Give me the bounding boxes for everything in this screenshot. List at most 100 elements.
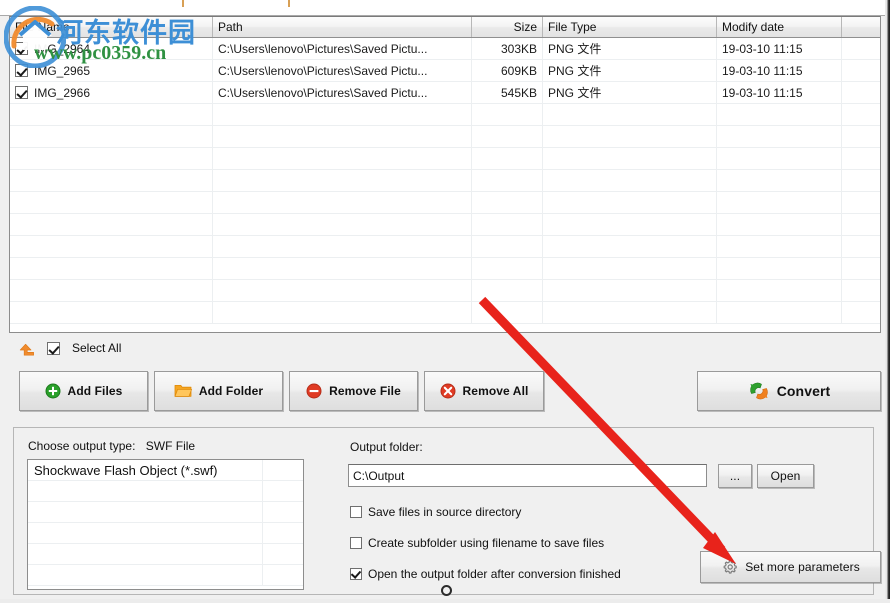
file-list-empty-area[interactable] — [10, 104, 880, 324]
set-more-parameters-button[interactable]: Set more parameters — [700, 551, 881, 583]
output-type-label-row: Choose output type: SWF File — [28, 439, 195, 453]
open-folder-button[interactable]: Open — [757, 464, 814, 488]
column-header-file-type[interactable]: File Type — [543, 17, 717, 37]
empty-cell — [472, 192, 543, 213]
file-name-text: IMG_2964 — [34, 41, 91, 56]
table-row-empty[interactable] — [10, 236, 880, 258]
option-save-in-source-directory[interactable]: Save files in source directory — [350, 505, 521, 519]
table-row-empty[interactable] — [10, 148, 880, 170]
column-header-extra[interactable] — [842, 17, 880, 37]
output-type-list[interactable]: Shockwave Flash Object (*.swf) — [27, 459, 304, 590]
table-row-empty[interactable] — [10, 192, 880, 214]
table-row[interactable]: IMG_2964 C:\Users\lenovo\Pictures\Saved … — [10, 38, 880, 60]
option-checkbox[interactable] — [350, 568, 362, 580]
table-row-empty[interactable] — [10, 258, 880, 280]
file-path-cell: C:\Users\lenovo\Pictures\Saved Pictu... — [213, 60, 472, 81]
option-checkbox[interactable] — [350, 537, 362, 549]
output-type-list-empty-area — [28, 481, 303, 586]
table-row-empty[interactable] — [10, 214, 880, 236]
empty-cell — [717, 236, 842, 257]
empty-cell — [842, 126, 880, 147]
empty-cell — [842, 302, 880, 323]
file-list-body[interactable]: IMG_2964 C:\Users\lenovo\Pictures\Saved … — [10, 38, 880, 332]
table-row-empty[interactable] — [10, 302, 880, 324]
list-item-empty[interactable] — [28, 544, 303, 565]
empty-cell — [472, 148, 543, 169]
empty-cell — [213, 126, 472, 147]
output-type-label: Choose output type: — [28, 439, 136, 453]
empty-cell — [842, 170, 880, 191]
folder-icon — [174, 383, 192, 399]
table-row-empty[interactable] — [10, 126, 880, 148]
option-open-output-folder[interactable]: Open the output folder after conversion … — [350, 567, 621, 581]
empty-cell — [28, 502, 263, 522]
option-checkbox[interactable] — [350, 506, 362, 518]
empty-cell — [717, 280, 842, 301]
file-size-cell: 545KB — [472, 82, 543, 103]
list-item-empty[interactable] — [28, 502, 303, 523]
empty-cell — [543, 126, 717, 147]
option-create-subfolder[interactable]: Create subfolder using filename to save … — [350, 536, 604, 550]
remove-all-button[interactable]: Remove All — [424, 371, 544, 411]
row-checkbox[interactable] — [15, 42, 28, 55]
empty-cell — [263, 481, 303, 501]
table-row[interactable]: IMG_2966 C:\Users\lenovo\Pictures\Saved … — [10, 82, 880, 104]
list-item-empty[interactable] — [28, 523, 303, 544]
empty-cell — [842, 214, 880, 235]
list-item[interactable]: Shockwave Flash Object (*.swf) — [28, 460, 303, 481]
column-header-file-name[interactable]: File Name — [10, 17, 213, 37]
column-header-size[interactable]: Size — [472, 17, 543, 37]
empty-cell — [10, 148, 213, 169]
output-folder-input[interactable]: C:\Output — [348, 464, 707, 487]
empty-cell — [10, 104, 213, 125]
select-all-checkbox[interactable] — [47, 341, 60, 355]
close-circle-icon — [440, 383, 456, 399]
empty-cell — [472, 280, 543, 301]
file-type-cell: PNG 文件 — [543, 60, 717, 81]
empty-cell — [213, 280, 472, 301]
table-row[interactable]: IMG_2965 C:\Users\lenovo\Pictures\Saved … — [10, 60, 880, 82]
table-row-empty[interactable] — [10, 170, 880, 192]
convert-arrows-icon — [748, 381, 770, 401]
add-files-button[interactable]: Add Files — [19, 371, 148, 411]
empty-cell — [543, 104, 717, 125]
table-row-empty[interactable] — [10, 280, 880, 302]
empty-cell — [472, 104, 543, 125]
remove-file-button[interactable]: Remove File — [289, 371, 418, 411]
option-label: Open the output folder after conversion … — [368, 567, 621, 581]
file-list[interactable]: File Name Path Size File Type Modify dat… — [9, 16, 881, 333]
file-name-cell[interactable]: IMG_2966 — [10, 82, 213, 103]
up-arrow-icon[interactable] — [18, 340, 36, 356]
table-row-empty[interactable] — [10, 104, 880, 126]
remove-all-label: Remove All — [462, 384, 529, 398]
file-extra-cell — [842, 60, 880, 81]
file-name-cell[interactable]: IMG_2964 — [10, 38, 213, 59]
column-header-modify-date[interactable]: Modify date — [717, 17, 842, 37]
image-to-swf-converter-window: File Name Path Size File Type Modify dat… — [0, 0, 890, 603]
file-type-cell: PNG 文件 — [543, 82, 717, 103]
file-name-cell[interactable]: IMG_2965 — [10, 60, 213, 81]
empty-cell — [543, 192, 717, 213]
browse-folder-label: ... — [729, 469, 741, 483]
empty-cell — [10, 170, 213, 191]
cursor-indicator — [441, 585, 452, 596]
empty-cell — [842, 236, 880, 257]
empty-cell — [10, 258, 213, 279]
convert-button[interactable]: Convert — [697, 371, 881, 411]
empty-cell — [472, 236, 543, 257]
empty-cell — [717, 148, 842, 169]
empty-cell — [213, 302, 472, 323]
add-folder-button[interactable]: Add Folder — [154, 371, 283, 411]
list-item-empty[interactable] — [28, 481, 303, 502]
empty-cell — [543, 302, 717, 323]
window-right-edge — [885, 0, 890, 603]
column-header-path[interactable]: Path — [213, 17, 472, 37]
empty-cell — [28, 481, 263, 501]
browse-folder-button[interactable]: ... — [718, 464, 752, 488]
row-checkbox[interactable] — [15, 86, 28, 99]
empty-cell — [717, 214, 842, 235]
row-checkbox[interactable] — [15, 64, 28, 77]
empty-cell — [543, 280, 717, 301]
list-item-empty[interactable] — [28, 565, 303, 586]
empty-cell — [472, 214, 543, 235]
